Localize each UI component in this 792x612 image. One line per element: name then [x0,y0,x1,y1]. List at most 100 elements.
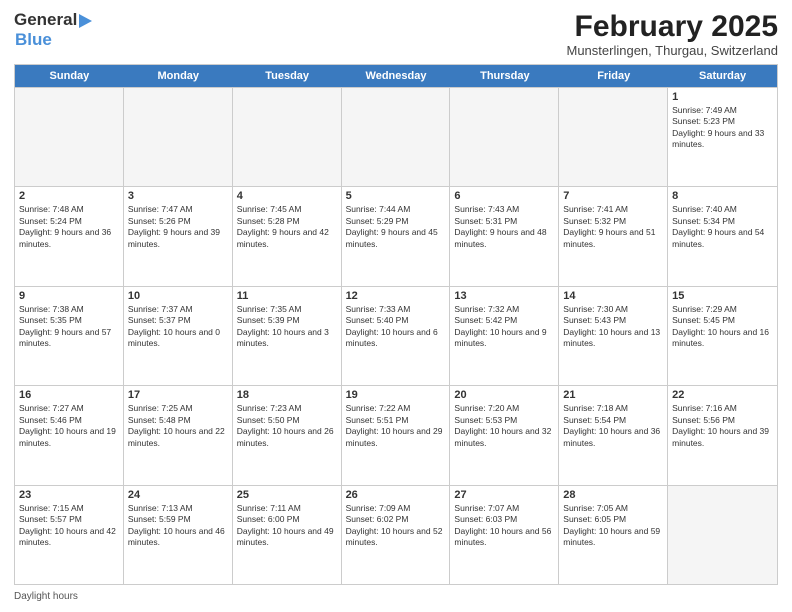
day-info-6: Sunrise: 7:43 AMSunset: 5:31 PMDaylight:… [454,204,554,250]
day-cell-4-3: 26 Sunrise: 7:09 AMSunset: 6:02 PMDayligh… [342,486,451,584]
day-info-16: Sunrise: 7:27 AMSunset: 5:46 PMDaylight:… [19,403,119,449]
day-cell-0-0 [15,88,124,186]
day-number-26: 26 [346,489,446,501]
day-cell-0-4 [450,88,559,186]
header: General Blue February 2025 Munsterlingen… [14,10,778,58]
title-block: February 2025 Munsterlingen, Thurgau, Sw… [567,10,779,58]
day-info-2: Sunrise: 7:48 AMSunset: 5:24 PMDaylight:… [19,204,119,250]
header-wednesday: Wednesday [342,65,451,87]
day-cell-1-1: 3 Sunrise: 7:47 AMSunset: 5:26 PMDaylight… [124,187,233,285]
day-cell-3-5: 21 Sunrise: 7:18 AMSunset: 5:54 PMDayligh… [559,386,668,484]
day-info-4: Sunrise: 7:45 AMSunset: 5:28 PMDaylight:… [237,204,337,250]
day-number-7: 7 [563,190,663,202]
day-info-20: Sunrise: 7:20 AMSunset: 5:53 PMDaylight:… [454,403,554,449]
day-cell-1-5: 7 Sunrise: 7:41 AMSunset: 5:32 PMDaylight… [559,187,668,285]
day-info-1: Sunrise: 7:49 AMSunset: 5:23 PMDaylight:… [672,105,773,151]
day-cell-3-4: 20Sunrise: 7:20 AMSunset: 5:53 PMDayligh… [450,386,559,484]
day-info-27: Sunrise: 7:07 AMSunset: 6:03 PMDaylight:… [454,503,554,549]
day-info-12: Sunrise: 7:33 AMSunset: 5:40 PMDaylight:… [346,304,446,350]
day-info-3: Sunrise: 7:47 AMSunset: 5:26 PMDaylight:… [128,204,228,250]
day-info-10: Sunrise: 7:37 AMSunset: 5:37 PMDaylight:… [128,304,228,350]
day-cell-4-0: 23 Sunrise: 7:15 AMSunset: 5:57 PMDayligh… [15,486,124,584]
day-number-1: 1 [672,91,773,103]
day-number-2: 2 [19,190,119,202]
day-cell-2-3: 12 Sunrise: 7:33 AMSunset: 5:40 PMDayligh… [342,287,451,385]
day-info-13: Sunrise: 7:32 AMSunset: 5:42 PMDaylight:… [454,304,554,350]
day-info-5: Sunrise: 7:44 AMSunset: 5:29 PMDaylight:… [346,204,446,250]
day-cell-4-6 [668,486,777,584]
day-info-26: Sunrise: 7:09 AMSunset: 6:02 PMDaylight:… [346,503,446,549]
day-number-22: 22 [672,389,773,401]
day-cell-1-0: 2 Sunrise: 7:48 AMSunset: 5:24 PMDaylight… [15,187,124,285]
header-sunday: Sunday [15,65,124,87]
day-number-3: 3 [128,190,228,202]
day-info-14: Sunrise: 7:30 AMSunset: 5:43 PMDaylight:… [563,304,663,350]
day-cell-3-1: 17 Sunrise: 7:25 AMSunset: 5:48 PMDayligh… [124,386,233,484]
day-number-27: 27 [454,489,554,501]
day-cell-2-1: 10 Sunrise: 7:37 AMSunset: 5:37 PMDayligh… [124,287,233,385]
day-cell-0-1 [124,88,233,186]
day-cell-1-6: 8Sunrise: 7:40 AMSunset: 5:34 PMDaylight… [668,187,777,285]
day-info-18: Sunrise: 7:23 AMSunset: 5:50 PMDaylight:… [237,403,337,449]
day-info-25: Sunrise: 7:11 AMSunset: 6:00 PMDaylight:… [237,503,337,549]
day-info-22: Sunrise: 7:16 AMSunset: 5:56 PMDaylight:… [672,403,773,449]
day-number-9: 9 [19,290,119,302]
footer: Daylight hours [14,591,778,602]
day-cell-1-3: 5 Sunrise: 7:44 AMSunset: 5:29 PMDaylight… [342,187,451,285]
day-cell-0-2 [233,88,342,186]
day-number-16: 16 [19,389,119,401]
week-row-0: 1 Sunrise: 7:49 AMSunset: 5:23 PMDaylight… [15,87,777,186]
logo-arrow-icon [79,14,92,28]
day-number-28: 28 [563,489,663,501]
week-row-4: 23 Sunrise: 7:15 AMSunset: 5:57 PMDayligh… [15,485,777,584]
week-row-3: 16 Sunrise: 7:27 AMSunset: 5:46 PMDayligh… [15,385,777,484]
day-cell-0-3 [342,88,451,186]
day-number-17: 17 [128,389,228,401]
calendar: Sunday Monday Tuesday Wednesday Thursday… [14,64,778,585]
day-number-15: 15 [672,290,773,302]
header-monday: Monday [124,65,233,87]
day-cell-2-4: 13 Sunrise: 7:32 AMSunset: 5:42 PMDayligh… [450,287,559,385]
day-cell-3-2: 18 Sunrise: 7:23 AMSunset: 5:50 PMDayligh… [233,386,342,484]
day-cell-2-2: 11 Sunrise: 7:35 AMSunset: 5:39 PMDayligh… [233,287,342,385]
day-cell-0-6: 1 Sunrise: 7:49 AMSunset: 5:23 PMDaylight… [668,88,777,186]
day-cell-2-5: 14 Sunrise: 7:30 AMSunset: 5:43 PMDayligh… [559,287,668,385]
day-number-23: 23 [19,489,119,501]
week-row-2: 9 Sunrise: 7:38 AMSunset: 5:35 PMDaylight… [15,286,777,385]
day-info-11: Sunrise: 7:35 AMSunset: 5:39 PMDaylight:… [237,304,337,350]
header-tuesday: Tuesday [233,65,342,87]
day-info-15: Sunrise: 7:29 AMSunset: 5:45 PMDaylight:… [672,304,773,350]
day-number-10: 10 [128,290,228,302]
day-info-17: Sunrise: 7:25 AMSunset: 5:48 PMDaylight:… [128,403,228,449]
calendar-header: Sunday Monday Tuesday Wednesday Thursday… [15,65,777,87]
day-cell-3-3: 19 Sunrise: 7:22 AMSunset: 5:51 PMDayligh… [342,386,451,484]
day-cell-3-0: 16 Sunrise: 7:27 AMSunset: 5:46 PMDayligh… [15,386,124,484]
day-number-11: 11 [237,290,337,302]
day-cell-2-6: 15 Sunrise: 7:29 AMSunset: 5:45 PMDayligh… [668,287,777,385]
day-number-14: 14 [563,290,663,302]
day-number-12: 12 [346,290,446,302]
day-info-7: Sunrise: 7:41 AMSunset: 5:32 PMDaylight:… [563,204,663,250]
day-info-21: Sunrise: 7:18 AMSunset: 5:54 PMDaylight:… [563,403,663,449]
day-info-19: Sunrise: 7:22 AMSunset: 5:51 PMDaylight:… [346,403,446,449]
day-number-4: 4 [237,190,337,202]
day-cell-1-2: 4 Sunrise: 7:45 AMSunset: 5:28 PMDaylight… [233,187,342,285]
logo-general-text: General [14,10,77,30]
day-number-25: 25 [237,489,337,501]
day-number-5: 5 [346,190,446,202]
day-number-18: 18 [237,389,337,401]
day-cell-4-2: 25 Sunrise: 7:11 AMSunset: 6:00 PMDayligh… [233,486,342,584]
day-cell-0-5 [559,88,668,186]
day-info-9: Sunrise: 7:38 AMSunset: 5:35 PMDaylight:… [19,304,119,350]
header-friday: Friday [559,65,668,87]
day-cell-1-4: 6 Sunrise: 7:43 AMSunset: 5:31 PMDaylight… [450,187,559,285]
day-number-24: 24 [128,489,228,501]
day-number-21: 21 [563,389,663,401]
daylight-label: Daylight hours [14,591,78,602]
day-number-19: 19 [346,389,446,401]
day-info-23: Sunrise: 7:15 AMSunset: 5:57 PMDaylight:… [19,503,119,549]
day-number-6: 6 [454,190,554,202]
day-number-13: 13 [454,290,554,302]
day-cell-3-6: 22 Sunrise: 7:16 AMSunset: 5:56 PMDayligh… [668,386,777,484]
day-cell-4-5: 28Sunrise: 7:05 AMSunset: 6:05 PMDayligh… [559,486,668,584]
